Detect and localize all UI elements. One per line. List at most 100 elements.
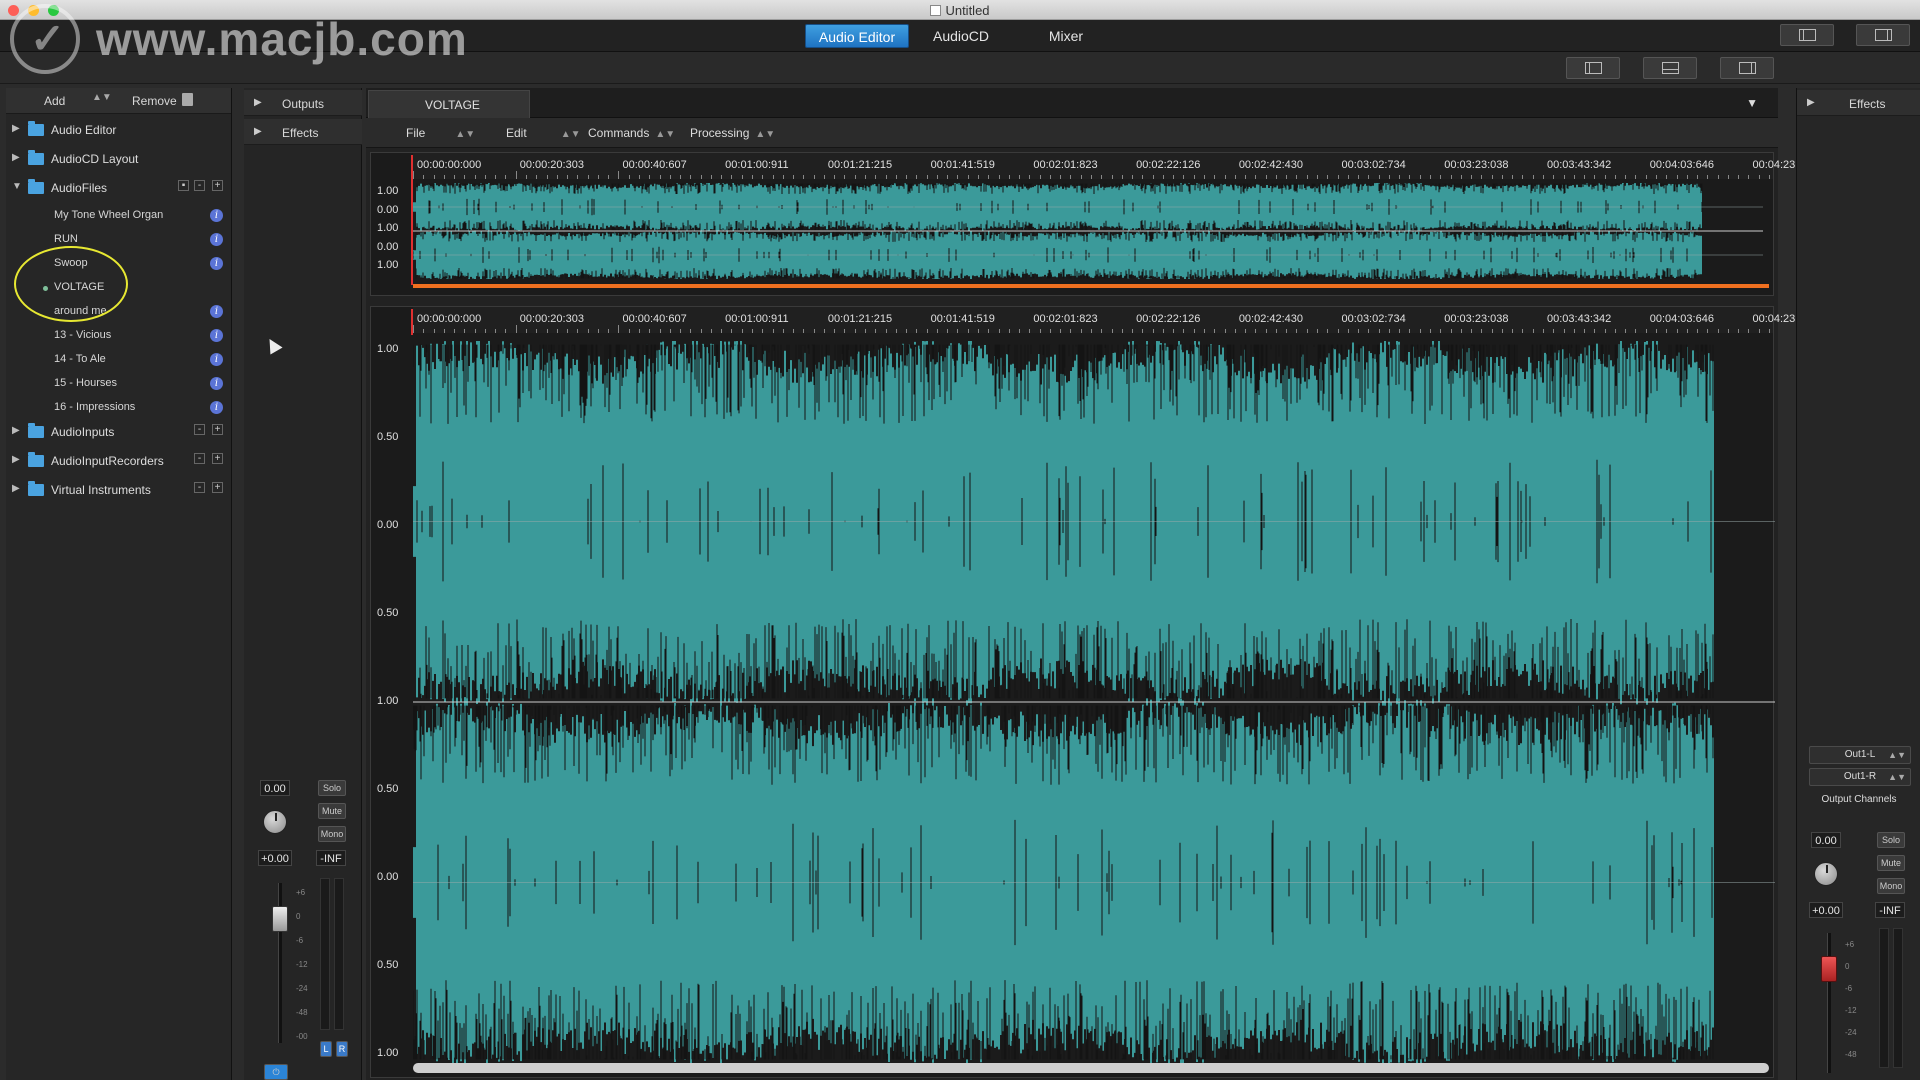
tree-item-audiofiles[interactable]: ▼ AudioFiles ▪ - +: [6, 176, 232, 200]
main-time-ruler[interactable]: 00:00:00:000 00:00:20:303 00:00:40:607 00:0…: [413, 307, 1804, 333]
expand-arrow-icon[interactable]: ▶: [1807, 97, 1815, 108]
menu-commands[interactable]: Commands ▲▼: [588, 126, 675, 140]
tab-audio-editor[interactable]: Audio Editor: [805, 24, 909, 48]
layout-right-button[interactable]: [1720, 57, 1774, 79]
file-list-item[interactable]: 13 - Vicious i: [6, 324, 232, 348]
expand-arrow-icon[interactable]: ▶: [12, 483, 20, 494]
stepper-icon: ▲▼: [455, 129, 476, 140]
info-icon[interactable]: i: [210, 257, 223, 270]
remove-item-button[interactable]: -: [194, 453, 205, 464]
output-left-select[interactable]: Out1-L ▲▼: [1809, 746, 1911, 764]
out-gain-value[interactable]: +0.00: [1809, 902, 1843, 918]
add-stepper-icon[interactable]: ▲▼: [92, 92, 112, 103]
info-icon[interactable]: i: [210, 209, 223, 222]
info-icon[interactable]: i: [210, 233, 223, 246]
selection-range-bar[interactable]: [413, 284, 1769, 288]
ruler-tick: [474, 175, 476, 179]
add-item-button[interactable]: +: [212, 180, 223, 191]
info-icon[interactable]: i: [210, 353, 223, 366]
outputs-section[interactable]: ▶ Outputs: [244, 90, 362, 116]
info-icon[interactable]: i: [210, 401, 223, 414]
out-pan-knob[interactable]: [1814, 862, 1838, 886]
effects-section[interactable]: ▶ Effects: [244, 119, 362, 145]
menu-edit[interactable]: Edit ▲▼: [506, 126, 580, 140]
output-right-select[interactable]: Out1-R ▲▼: [1809, 768, 1911, 786]
overview-playhead[interactable]: [411, 155, 413, 285]
add-item-button[interactable]: +: [212, 453, 223, 464]
file-list-item[interactable]: 15 - Hourses i: [6, 372, 232, 396]
tree-item-audio-editor[interactable]: ▶ Audio Editor: [6, 118, 232, 142]
overview-time-ruler[interactable]: 00:00:00:000 00:00:20:303 00:00:40:607 00:0…: [413, 153, 1804, 179]
expand-arrow-icon[interactable]: ▶: [12, 123, 20, 134]
lock-icon[interactable]: ▪: [178, 180, 189, 191]
tree-item-audioinputs[interactable]: ▶ AudioInputs - +: [6, 420, 232, 444]
horizontal-scrollbar[interactable]: [413, 1063, 1769, 1073]
info-icon[interactable]: i: [210, 377, 223, 390]
left-channel-button[interactable]: L: [320, 1041, 332, 1057]
out-mono-button[interactable]: Mono: [1877, 878, 1905, 894]
file-list-item[interactable]: 14 - To Ale i: [6, 348, 232, 372]
expand-arrow-icon[interactable]: ▶: [254, 97, 262, 108]
right-effects-section[interactable]: ▶ Effects: [1797, 90, 1920, 116]
right-channel-button[interactable]: R: [336, 1041, 348, 1057]
tree-item-virtual-instruments[interactable]: ▶ Virtual Instruments - +: [6, 478, 232, 502]
ruler-tick: [1532, 329, 1534, 333]
remove-button[interactable]: Remove: [132, 94, 177, 108]
out-volume-fader-track[interactable]: [1827, 933, 1831, 1073]
ruler-tick: [1430, 175, 1431, 179]
remove-item-button[interactable]: -: [194, 424, 205, 435]
ruler-time-label: 00:02:42:430: [1238, 159, 1304, 171]
file-list-item[interactable]: My Tone Wheel Organ i: [6, 204, 232, 228]
menu-file[interactable]: File ▲▼: [406, 126, 475, 140]
expand-arrow-icon[interactable]: ▶: [254, 126, 262, 137]
expand-arrow-icon[interactable]: ▶: [12, 425, 20, 436]
toggle-left-panel-button[interactable]: [1780, 24, 1834, 46]
add-item-button[interactable]: +: [212, 482, 223, 493]
layout-bottom-button[interactable]: [1643, 57, 1697, 79]
expand-arrow-icon[interactable]: ▶: [12, 152, 20, 163]
pan-value[interactable]: 0.00: [260, 780, 290, 796]
add-item-button[interactable]: +: [212, 424, 223, 435]
waveform-overview[interactable]: 00:00:00:000 00:00:20:303 00:00:40:607 00:0…: [370, 152, 1804, 296]
gain-value[interactable]: +0.00: [258, 850, 292, 866]
out-pan-value[interactable]: 0.00: [1811, 832, 1841, 848]
main-playhead[interactable]: [411, 309, 413, 335]
out-solo-button[interactable]: Solo: [1877, 832, 1905, 848]
expand-arrow-icon[interactable]: ▶: [12, 454, 20, 465]
fader-scale-label: +6: [296, 888, 306, 897]
mute-button[interactable]: Mute: [318, 803, 346, 819]
tree-item-audioinputrecorders[interactable]: ▶ AudioInputRecorders - +: [6, 449, 232, 473]
pan-knob[interactable]: [263, 810, 287, 834]
main-waveform[interactable]: [413, 341, 1775, 1063]
file-list-item[interactable]: RUN i: [6, 228, 232, 252]
power-button[interactable]: ⏻: [264, 1064, 288, 1080]
out-mute-button[interactable]: Mute: [1877, 855, 1905, 871]
remove-item-button[interactable]: -: [194, 482, 205, 493]
layout-left-button[interactable]: [1566, 57, 1620, 79]
ruler-tick: [998, 175, 1000, 179]
toggle-right-panel-button[interactable]: [1856, 24, 1910, 46]
info-icon[interactable]: i: [210, 329, 223, 342]
ruler-tick: [1070, 175, 1072, 179]
out-volume-fader-handle[interactable]: [1821, 956, 1837, 982]
add-button[interactable]: Add: [44, 94, 65, 108]
mono-button[interactable]: Mono: [318, 826, 346, 842]
tab-audiocd[interactable]: AudioCD: [912, 24, 1010, 48]
ruler-tick: [700, 175, 702, 179]
remove-item-button[interactable]: -: [194, 180, 205, 191]
ruler-tick: [957, 329, 959, 333]
solo-button[interactable]: Solo: [318, 780, 346, 796]
tree-item-audiocd-layout[interactable]: ▶ AudioCD Layout: [6, 147, 232, 171]
info-icon[interactable]: i: [210, 305, 223, 318]
volume-fader-handle[interactable]: [272, 906, 288, 932]
collapse-arrow-icon[interactable]: ▼: [12, 181, 22, 192]
overview-waveform[interactable]: [413, 183, 1763, 279]
file-list-item[interactable]: 16 - Impressions i: [6, 396, 232, 420]
menu-processing[interactable]: Processing ▲▼: [690, 126, 775, 140]
waveform-main[interactable]: 00:00:00:000 00:00:20:303 00:00:40:607 00:0…: [370, 306, 1804, 1078]
tab-dropdown-icon[interactable]: ▼: [1746, 96, 1758, 110]
file-tab-voltage[interactable]: VOLTAGE: [368, 90, 530, 118]
tab-mixer[interactable]: Mixer: [1014, 24, 1118, 48]
trash-icon[interactable]: [182, 93, 193, 106]
ruler-tick: [854, 329, 856, 333]
